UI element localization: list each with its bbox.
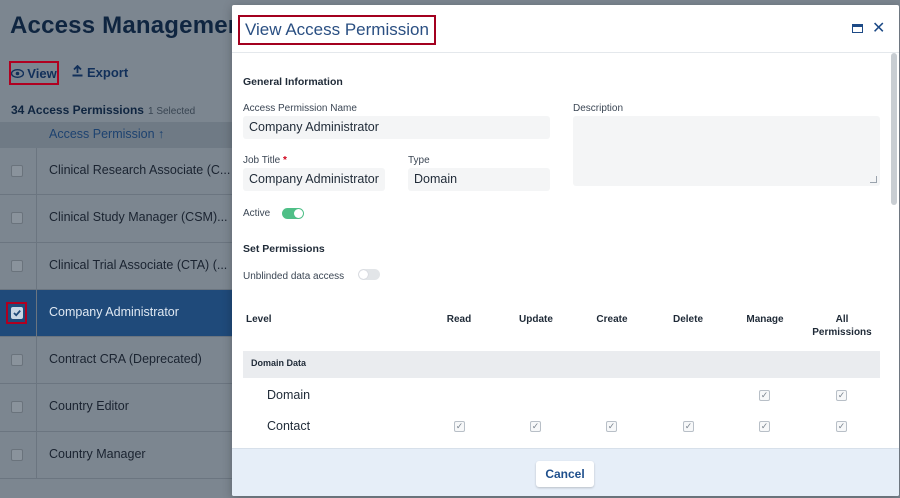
name-label: Access Permission Name — [243, 103, 357, 114]
checkbox-domain-all[interactable]: ✓ — [836, 390, 847, 401]
unblinded-data-access-label: Unblinded data access — [243, 271, 345, 282]
row-label: Country Editor — [49, 399, 129, 414]
column-header-update: Update — [519, 314, 553, 325]
export-button-label: Export — [87, 65, 129, 80]
checkbox-contact-all[interactable]: ✓ — [836, 421, 847, 432]
export-button[interactable]: Export — [72, 64, 129, 80]
permission-row-label-contact: Contact — [267, 419, 311, 433]
column-header-all-permissions: All Permissions — [812, 314, 872, 338]
row-label: Company Administrator — [49, 304, 179, 319]
job-title-field[interactable]: Company Administrator — [243, 168, 385, 191]
table-row-selected[interactable]: Company Administrator — [0, 289, 232, 338]
row-label: Contract CRA (Deprecated) — [49, 352, 202, 367]
table-row[interactable]: Clinical Research Associate (C... — [0, 148, 232, 196]
description-field[interactable] — [573, 116, 880, 186]
row-label: Clinical Trial Associate (CTA) (... — [49, 257, 228, 272]
column-header-delete: Delete — [672, 314, 703, 325]
row-label: Clinical Research Associate (C... — [49, 163, 231, 177]
row-label: Clinical Study Manager (CSM)... — [49, 210, 228, 225]
eye-icon — [11, 66, 25, 81]
type-field[interactable]: Domain — [408, 168, 550, 191]
access-permission-name-field[interactable]: Company Administrator — [243, 116, 550, 139]
close-icon[interactable]: ✕ — [872, 18, 885, 38]
column-header-level: Level — [246, 314, 272, 325]
dialog-header: View Access Permission ✕ — [232, 5, 899, 53]
type-label: Type — [408, 155, 430, 166]
dialog-body: General Information Access Permission Na… — [232, 53, 899, 448]
page-title: Access Management — [10, 12, 251, 39]
column-header-manage: Manage — [746, 314, 784, 325]
column-header-read: Read — [446, 314, 472, 325]
selected-count: 1 Selected — [147, 106, 196, 117]
view-button-label: View — [27, 65, 57, 81]
job-title-label: Job Title * — [243, 155, 287, 166]
table-row[interactable]: Country Editor — [0, 384, 232, 432]
row-checkbox[interactable] — [11, 212, 23, 225]
checkbox-contact-read[interactable]: ✓ — [454, 421, 465, 432]
description-label: Description — [573, 103, 624, 114]
checkbox-contact-create[interactable]: ✓ — [606, 421, 617, 432]
checkbox-domain-manage[interactable]: ✓ — [759, 390, 770, 401]
toolbar: View Export — [0, 56, 232, 90]
checkbox-contact-manage[interactable]: ✓ — [759, 421, 770, 432]
column-header-access-permission[interactable]: Access Permission ↑ — [0, 122, 232, 148]
record-count: 34 Access Permissions 1 Selected — [11, 103, 196, 117]
group-label: Domain Data — [251, 358, 307, 368]
general-information-heading: General Information — [243, 76, 343, 88]
cancel-button[interactable]: Cancel — [536, 461, 594, 487]
row-checkbox[interactable] — [11, 448, 23, 461]
maximize-icon[interactable] — [852, 24, 863, 33]
view-button[interactable]: View — [9, 61, 59, 85]
scrollbar[interactable] — [891, 53, 897, 205]
table-row[interactable]: Clinical Study Manager (CSM)... — [0, 195, 232, 243]
table-row[interactable]: Clinical Trial Associate (CTA) (... — [0, 242, 232, 290]
access-permission-list: Clinical Research Associate (C... Clinic… — [0, 148, 232, 480]
row-checkbox-checked[interactable] — [11, 306, 23, 319]
permission-row-label-domain: Domain — [267, 388, 311, 402]
row-checkbox[interactable] — [11, 401, 23, 414]
row-checkbox[interactable] — [11, 354, 23, 367]
row-checkbox[interactable] — [11, 165, 23, 177]
required-marker: * — [283, 155, 287, 166]
dialog-title: View Access Permission — [238, 15, 436, 45]
checkbox-contact-update[interactable]: ✓ — [530, 421, 541, 432]
row-label: Country Manager — [49, 446, 146, 461]
checkbox-contact-delete[interactable]: ✓ — [683, 421, 694, 432]
table-row[interactable]: Contract CRA (Deprecated) — [0, 337, 232, 385]
upload-icon — [72, 64, 83, 80]
set-permissions-heading: Set Permissions — [243, 243, 325, 255]
active-label: Active — [243, 208, 271, 219]
group-row-domain-data: Domain Data — [243, 351, 880, 378]
unblinded-data-access-toggle[interactable] — [358, 269, 380, 280]
column-header-create: Create — [596, 314, 628, 325]
active-toggle[interactable] — [282, 208, 304, 219]
table-row[interactable]: Country Manager — [0, 431, 232, 480]
column-header-label: Access Permission ↑ — [49, 127, 165, 141]
view-access-permission-dialog: View Access Permission ✕ General Informa… — [232, 5, 899, 496]
row-checkbox[interactable] — [11, 259, 23, 272]
dialog-footer: Cancel — [232, 448, 899, 496]
